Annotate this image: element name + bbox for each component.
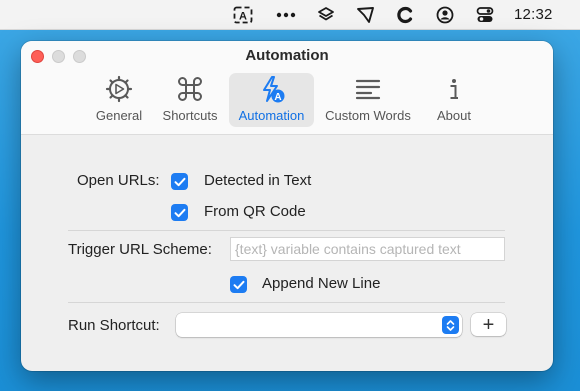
more-icon[interactable] xyxy=(275,5,297,25)
run-shortcut-label: Run Shortcut: xyxy=(68,317,160,334)
tab-label: Custom Words xyxy=(325,108,411,123)
run-shortcut-select[interactable] xyxy=(176,313,462,337)
detected-in-text-label[interactable]: Detected in Text xyxy=(204,172,311,189)
chevron-up-down-icon xyxy=(442,316,459,334)
tab-shortcuts[interactable]: Shortcuts xyxy=(156,73,224,127)
tab-label: About xyxy=(437,108,471,123)
tab-label: General xyxy=(95,108,143,123)
menu-bar-clock[interactable]: 12:32 xyxy=(514,6,553,23)
snip-icon[interactable] xyxy=(355,5,377,25)
automation-icon: A xyxy=(257,73,287,105)
divider xyxy=(68,230,505,231)
detected-in-text-checkbox[interactable] xyxy=(171,173,188,190)
window-toolbar: Automation General Shortcuts A Automatio… xyxy=(21,41,553,135)
automation-preferences-window: Automation General Shortcuts A Automatio… xyxy=(21,41,553,371)
menu-bar: A 12:32 xyxy=(0,0,580,30)
text-recognition-icon[interactable]: A xyxy=(232,5,254,25)
text-lines-icon xyxy=(355,73,381,105)
tab-custom-words[interactable]: Custom Words xyxy=(319,73,417,127)
tab-label: Shortcuts xyxy=(162,108,218,123)
from-qr-code-label[interactable]: From QR Code xyxy=(204,203,306,220)
layers-icon[interactable] xyxy=(315,5,337,25)
c-app-icon[interactable] xyxy=(394,5,416,25)
tab-about[interactable]: About xyxy=(425,73,483,127)
user-icon[interactable] xyxy=(434,5,456,25)
window-title: Automation xyxy=(245,47,329,64)
checkmark-icon xyxy=(174,208,185,217)
tab-general[interactable]: General xyxy=(87,73,151,127)
preferences-tabs: General Shortcuts A Automation Custom Wo… xyxy=(21,73,553,127)
automation-settings-panel: Open URLs: Detected in Text From QR Code… xyxy=(21,136,553,371)
trigger-url-scheme-input[interactable] xyxy=(230,237,505,261)
gear-icon xyxy=(105,73,133,105)
svg-text:A: A xyxy=(274,92,281,103)
tab-automation[interactable]: A Automation xyxy=(229,73,314,127)
add-shortcut-button[interactable]: + xyxy=(471,313,506,336)
append-new-line-label[interactable]: Append New Line xyxy=(262,275,380,292)
open-urls-label: Open URLs: xyxy=(77,172,160,189)
svg-text:A: A xyxy=(239,11,247,23)
tab-label: Automation xyxy=(238,108,305,123)
control-center-icon[interactable] xyxy=(474,5,496,25)
checkmark-icon xyxy=(233,280,244,289)
append-new-line-checkbox[interactable] xyxy=(230,276,247,293)
from-qr-code-checkbox[interactable] xyxy=(171,204,188,221)
trigger-url-scheme-label: Trigger URL Scheme: xyxy=(68,241,212,258)
divider xyxy=(68,302,505,303)
command-icon xyxy=(177,73,203,105)
info-icon xyxy=(447,73,461,105)
checkmark-icon xyxy=(174,177,185,186)
